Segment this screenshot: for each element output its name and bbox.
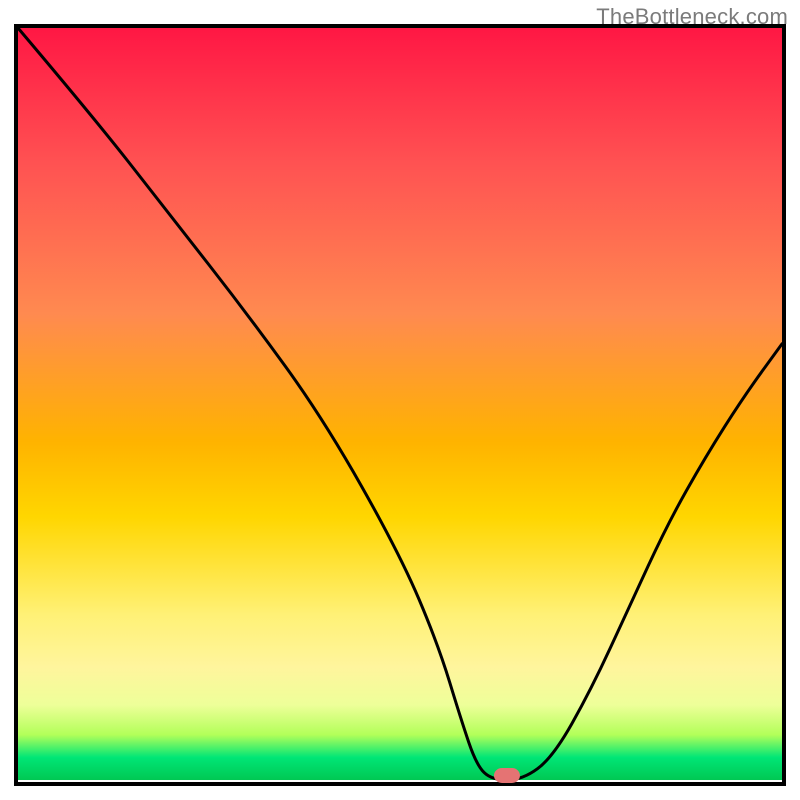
chart-background-gradient <box>18 28 782 780</box>
chart-container: TheBottleneck.com <box>0 0 800 800</box>
optimal-marker <box>494 768 520 783</box>
bottleneck-chart <box>0 0 800 800</box>
watermark-text: TheBottleneck.com <box>596 4 788 30</box>
